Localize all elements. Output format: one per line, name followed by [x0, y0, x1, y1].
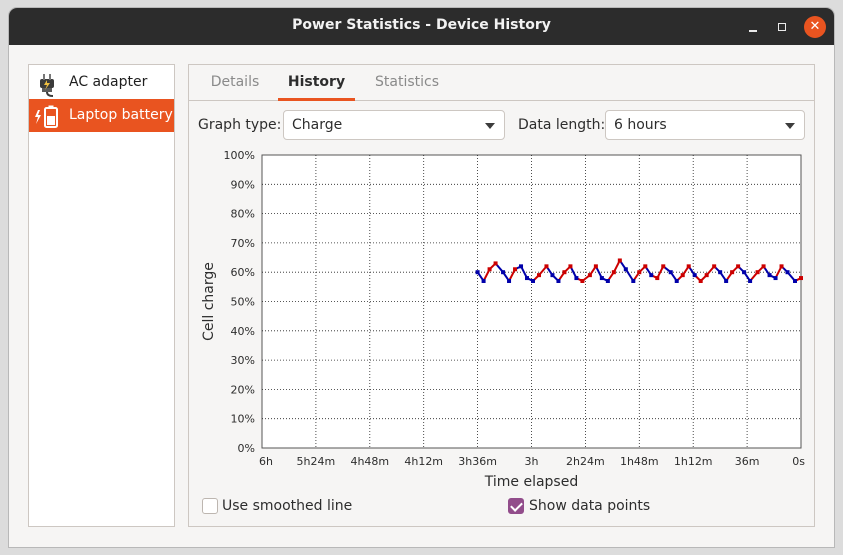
data-point: [643, 264, 648, 269]
y-axis-label: Cell charge: [201, 262, 217, 341]
data-point: [611, 270, 616, 275]
data-point: [562, 270, 567, 275]
data-point: [704, 273, 709, 278]
y-tick-label: 0%: [238, 442, 255, 455]
data-point: [605, 278, 610, 283]
x-tick-label: 2h24m: [566, 455, 605, 468]
data-point: [698, 278, 703, 283]
x-tick-label: 36m: [735, 455, 760, 468]
data-point: [724, 278, 729, 283]
x-tick-label: 0s: [792, 455, 805, 468]
data-point: [519, 264, 524, 269]
data-point: [712, 264, 717, 269]
smoothed-line-checkbox[interactable]: [202, 498, 218, 514]
y-tick-label: 100%: [224, 149, 255, 162]
data-point: [568, 264, 573, 269]
data-point: [574, 276, 579, 281]
smoothed-line-label: Use smoothed line: [222, 498, 353, 514]
data-point: [487, 267, 492, 272]
data-point: [730, 270, 735, 275]
data-point: [779, 264, 784, 269]
x-tick-label: 6h: [259, 455, 273, 468]
data-point: [655, 276, 660, 281]
y-tick-label: 50%: [231, 296, 255, 309]
power-statistics-window: Power Statistics - Device History ✕ AC a…: [9, 8, 834, 547]
data-point: [536, 273, 541, 278]
data-point: [748, 278, 753, 283]
data-point: [692, 273, 697, 278]
data-point: [637, 270, 642, 275]
data-point: [513, 267, 518, 272]
data-point: [686, 264, 691, 269]
show-data-points-checkbox[interactable]: [508, 498, 524, 514]
data-point: [680, 273, 685, 278]
data-point: [793, 278, 798, 283]
data-point: [525, 276, 530, 281]
data-point: [501, 270, 506, 275]
x-tick-label: 4h48m: [350, 455, 389, 468]
data-point: [587, 273, 592, 278]
x-tick-label: 3h: [525, 455, 539, 468]
data-point: [623, 267, 628, 272]
data-point: [599, 276, 604, 281]
data-point: [580, 278, 585, 283]
data-point: [593, 264, 598, 269]
y-tick-label: 80%: [231, 208, 255, 221]
x-tick-label: 4h12m: [404, 455, 443, 468]
data-point: [649, 273, 654, 278]
data-point: [493, 261, 498, 266]
y-tick-label: 70%: [231, 237, 255, 250]
y-tick-label: 90%: [231, 178, 255, 191]
data-point: [530, 278, 535, 283]
data-point: [718, 270, 723, 275]
data-point: [550, 273, 555, 278]
show-data-points-label: Show data points: [529, 498, 651, 514]
data-point: [556, 278, 561, 283]
charge-history-chart: 100% 90% 80% 70% 60% 50% 40% 30% 20% 10% 0% 6h 5h24m…: [201, 149, 805, 490]
data-point: [544, 264, 549, 269]
data-point: [767, 273, 772, 278]
x-tick-label: 3h36m: [458, 455, 497, 468]
x-tick-label: 1h48m: [620, 455, 659, 468]
y-tick-label: 30%: [231, 354, 255, 367]
data-point: [799, 276, 803, 281]
y-tick-label: 60%: [231, 266, 255, 279]
x-axis-label: Time elapsed: [484, 474, 578, 490]
x-tick-label: 5h24m: [297, 455, 336, 468]
data-point: [631, 278, 636, 283]
data-point: [668, 270, 673, 275]
data-point: [773, 276, 778, 281]
data-point: [661, 264, 666, 269]
data-point: [481, 278, 486, 283]
data-point: [755, 270, 760, 275]
x-tick-label: 1h12m: [674, 455, 713, 468]
y-tick-label: 10%: [231, 413, 255, 426]
data-point: [475, 270, 480, 275]
data-point: [785, 270, 790, 275]
data-point: [742, 270, 747, 275]
y-tick-label: 40%: [231, 325, 255, 338]
data-point: [674, 278, 679, 283]
data-point: [507, 278, 512, 283]
y-tick-label: 20%: [231, 383, 255, 396]
data-point: [761, 264, 766, 269]
data-point: [617, 258, 622, 263]
data-point: [736, 264, 741, 269]
